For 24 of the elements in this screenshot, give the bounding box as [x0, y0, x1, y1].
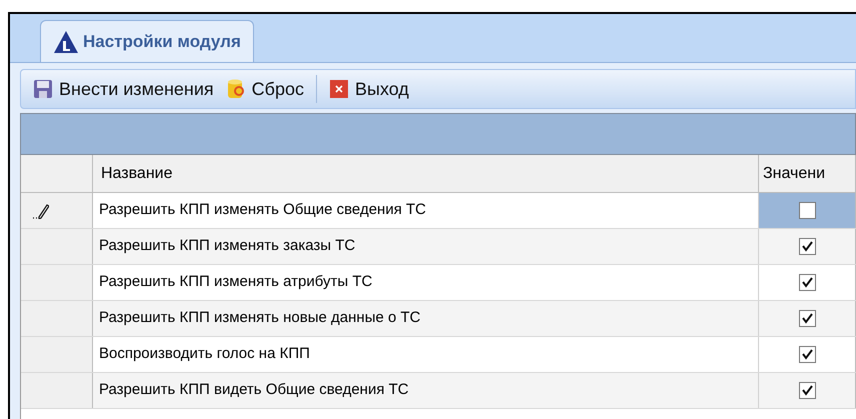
table-cell: Разрешить КПП изменять новые данные о ТС [93, 301, 759, 336]
column-header[interactable]: Название [93, 155, 759, 192]
checkbox[interactable] [798, 274, 816, 291]
pencil-icon [33, 202, 49, 218]
check-icon [800, 384, 814, 397]
table-cell: Разрешить КПП видеть Общие сведения ТС [93, 373, 759, 408]
toolbar-button[interactable]: Внести изменения [29, 76, 218, 102]
check-icon [800, 312, 814, 325]
toolbar-button[interactable]: Выход [325, 76, 413, 102]
table-cell: Разрешить КПП изменять заказы ТС [93, 229, 759, 264]
check-icon [800, 240, 814, 253]
tab[interactable]: Настройки модуля [40, 20, 254, 62]
toolbar-button[interactable]: Сброс [222, 76, 308, 102]
triangle-logo-icon [53, 28, 79, 54]
column-header[interactable]: Значени [759, 155, 856, 192]
checkbox[interactable] [798, 382, 816, 399]
checkbox[interactable] [798, 310, 816, 327]
checkbox[interactable] [798, 346, 816, 363]
check-icon [800, 348, 814, 361]
close-icon [329, 79, 349, 99]
checkbox[interactable] [798, 202, 816, 219]
checkbox[interactable] [798, 238, 816, 255]
check-icon [800, 276, 814, 289]
cylinder-icon [226, 78, 246, 100]
